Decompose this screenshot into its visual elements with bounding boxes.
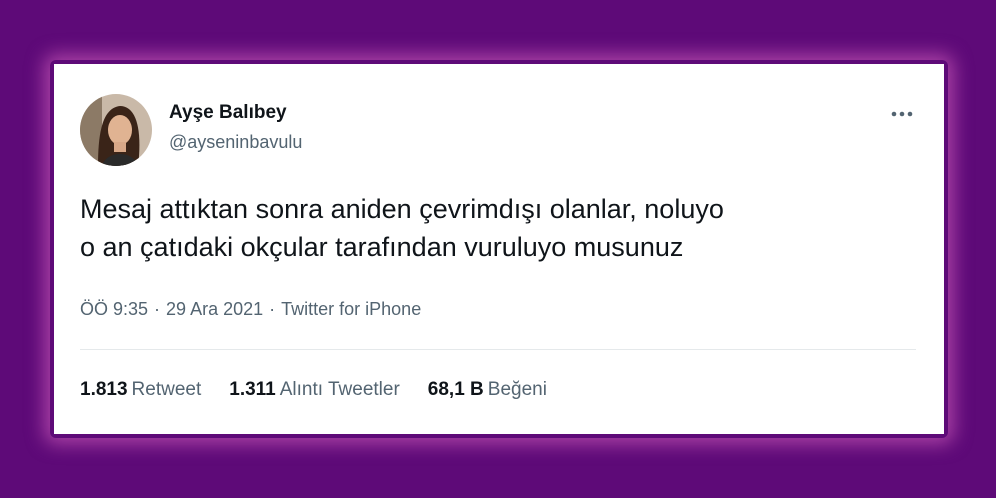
retweet-stat[interactable]: 1.813 Retweet (80, 379, 201, 401)
meta-separator: · (154, 299, 161, 319)
tweet-time[interactable]: ÖÖ 9:35 (80, 299, 148, 319)
divider (80, 349, 916, 350)
stat-count: 1.813 (80, 379, 128, 400)
tweet-card: Ayşe Balıbey @ayseninbavulu Mesaj attıkt… (54, 64, 944, 434)
tweet-text: Mesaj attıktan sonra aniden çevrimdışı o… (80, 190, 920, 266)
tweet-meta: ÖÖ 9:35 · 29 Ara 2021 · Twitter for iPhone (80, 299, 421, 320)
stat-label: Beğeni (487, 379, 547, 400)
tweet-date[interactable]: 29 Ara 2021 (166, 299, 263, 319)
stat-count: 68,1 B (427, 379, 484, 400)
avatar[interactable] (80, 94, 152, 166)
stat-label: Alıntı Tweetler (279, 379, 400, 400)
likes-stat[interactable]: 68,1 B Beğeni (428, 379, 547, 401)
more-options-button[interactable] (882, 100, 922, 128)
stat-count: 1.311 (229, 379, 276, 400)
author-handle[interactable]: @ayseninbavulu (169, 132, 302, 153)
stat-label: Retweet (131, 379, 202, 400)
tweet-stats: 1.813 Retweet 1.311 Alıntı Tweetler 68,1 B… (80, 379, 547, 401)
meta-separator: · (269, 299, 276, 319)
tweet-source[interactable]: Twitter for iPhone (281, 299, 421, 319)
tweet-text-line: Mesaj attıktan sonra aniden çevrimdışı o… (80, 194, 724, 224)
quote-tweets-stat[interactable]: 1.311 Alıntı Tweetler (229, 379, 400, 401)
more-horizontal-icon (891, 111, 913, 117)
author-name[interactable]: Ayşe Balıbey (169, 102, 287, 124)
tweet-text-line: o an çatıdaki okçular tarafından vuruluy… (80, 232, 684, 262)
